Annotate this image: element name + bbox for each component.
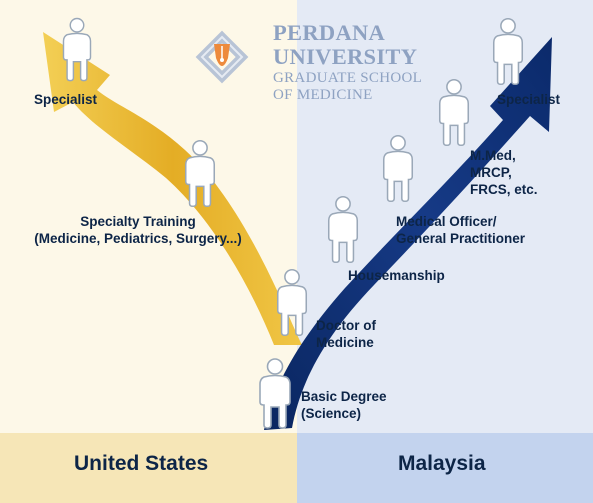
footer-label-united-states: United States bbox=[74, 452, 209, 475]
postgrad-qualifications-label: M.Med, MRCP, FRCS, etc. bbox=[470, 148, 538, 197]
specialty-training-label: Specialty Training (Medicine, Pediatrics… bbox=[34, 214, 242, 246]
footer-label-malaysia: Malaysia bbox=[398, 452, 486, 475]
career-path-diagram: PERDANA UNIVERSITY GRADUATE SCHOOL OF ME… bbox=[0, 0, 593, 503]
logo-sub-line1: GRADUATE SCHOOL bbox=[273, 70, 423, 86]
housemanship-label: Housemanship bbox=[348, 268, 445, 283]
logo-sub-line2: OF MEDICINE bbox=[273, 87, 373, 103]
logo-name-line1: PERDANA bbox=[273, 20, 386, 45]
malaysia-specialist-label: Specialist bbox=[497, 92, 561, 107]
logo-name-line2: UNIVERSITY bbox=[273, 44, 418, 69]
doctor-of-medicine-label: Doctor of Medicine bbox=[316, 318, 376, 350]
us-specialist-label: Specialist bbox=[34, 92, 98, 107]
medical-officer-label: Medical Officer/ General Practitioner bbox=[396, 214, 526, 246]
basic-degree-label: Basic Degree (Science) bbox=[301, 389, 387, 421]
